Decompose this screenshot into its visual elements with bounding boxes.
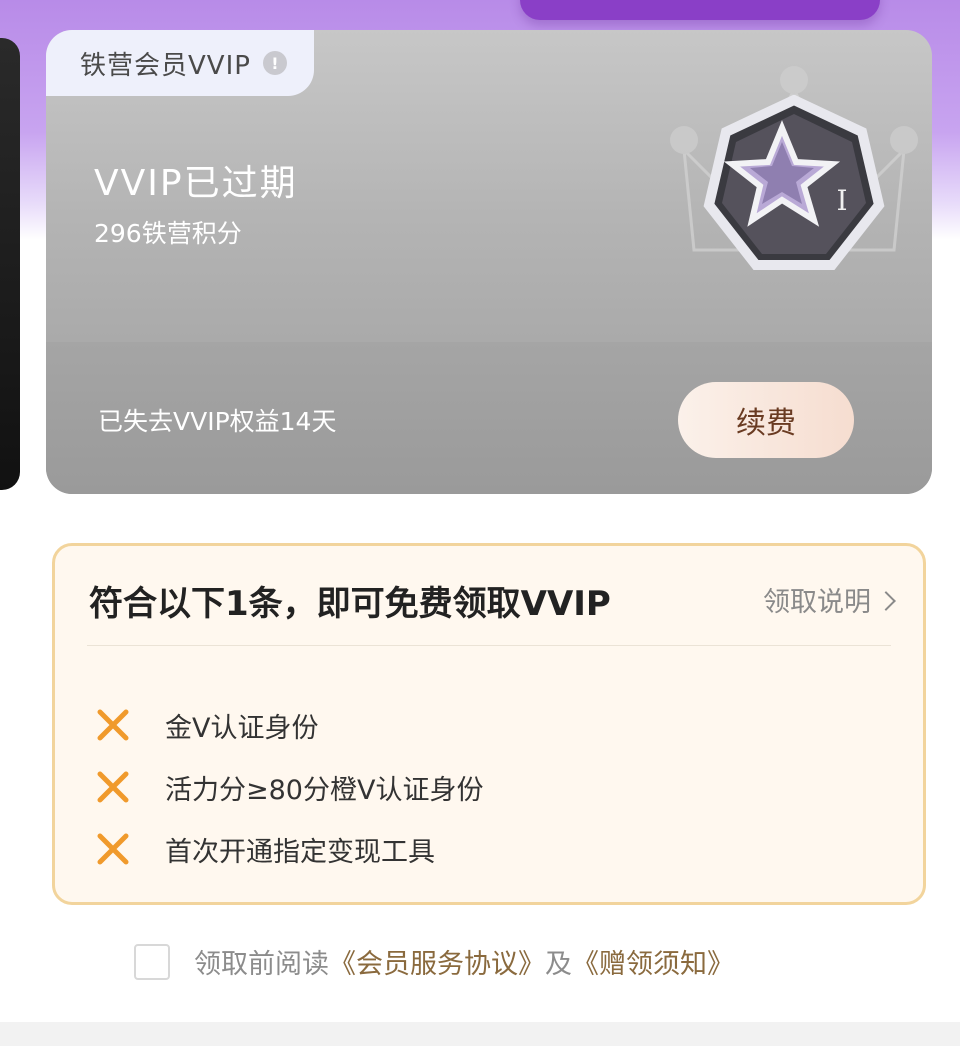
info-icon[interactable]: ! — [262, 51, 287, 75]
service-agreement-link[interactable]: 《会员服务协议》 — [329, 942, 545, 981]
claim-instructions-link[interactable]: 领取说明 — [763, 580, 896, 619]
previous-card-peek[interactable] — [0, 38, 20, 490]
agreement-prefix: 领取前阅读 — [194, 949, 329, 980]
gift-notice-link[interactable]: 《赠领须知》 — [572, 942, 734, 981]
agreement-conjunction: 及 — [545, 949, 572, 980]
conditions-list: 金V认证身份 活力分≥80分橙V认证身份 首次开通指定变现工具 — [93, 694, 483, 880]
claim-instructions-label: 领取说明 — [763, 587, 871, 618]
not-met-x-icon — [93, 705, 133, 745]
divider — [87, 645, 891, 646]
membership-tag-label: 铁营会员VVIP — [80, 50, 251, 81]
vip-level-badge-icon: I — [670, 66, 918, 270]
condition-item: 金V认证身份 — [93, 694, 483, 756]
lost-benefits-text: 已失去VVIP权益14天 — [98, 407, 337, 436]
membership-tag[interactable]: 铁营会员VVIP ! — [46, 30, 314, 96]
badge-level-label: I — [836, 184, 847, 217]
condition-text: 首次开通指定变现工具 — [165, 836, 435, 868]
not-met-x-icon — [93, 767, 133, 807]
vip-status: VVIP已过期 — [94, 163, 298, 204]
not-met-x-icon — [93, 829, 133, 869]
condition-item: 活力分≥80分橙V认证身份 — [93, 756, 483, 818]
points-balance: 296铁营积分 — [94, 219, 242, 248]
condition-text: 活力分≥80分橙V认证身份 — [165, 774, 484, 806]
free-vvip-conditions-card: 符合以下1条，即可免费领取VVIP 领取说明 金V认证身份 活力分≥80分橙V认… — [52, 543, 926, 905]
vip-membership-card: 铁营会员VVIP ! VVIP已过期 296铁营积分 I 已失去VVIP权益14… — [46, 30, 932, 494]
agreement-row: 领取前阅读 《会员服务协议》 及 《赠领须知》 — [134, 942, 734, 981]
condition-text: 金V认证身份 — [165, 712, 319, 744]
condition-item: 首次开通指定变现工具 — [93, 818, 483, 880]
conditions-title: 符合以下1条，即可免费领取VVIP — [89, 584, 611, 624]
renew-button[interactable]: 续费 — [678, 382, 854, 458]
header-decoration — [520, 0, 880, 20]
agreement-checkbox[interactable] — [134, 943, 170, 980]
bottom-strip — [0, 1022, 960, 1046]
chevron-right-icon — [876, 590, 896, 611]
